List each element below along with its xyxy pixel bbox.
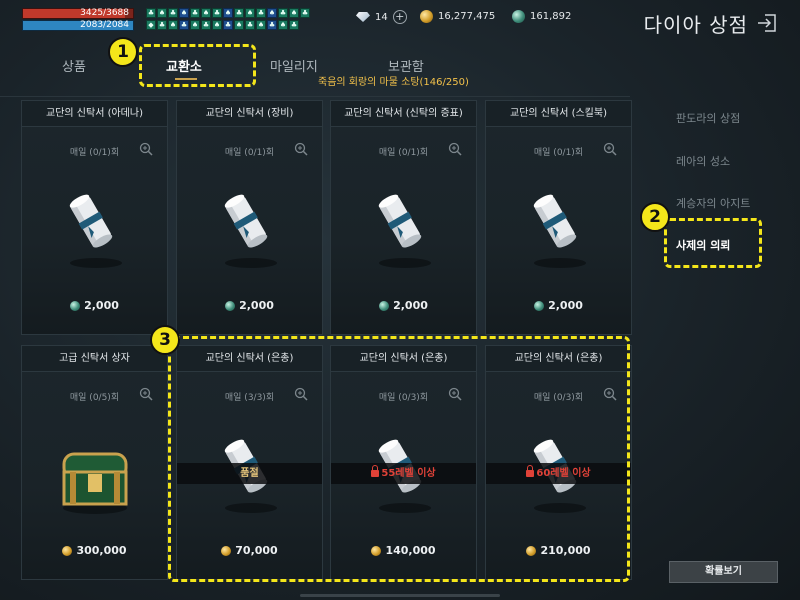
- status-buff-icon[interactable]: ♠: [201, 8, 211, 18]
- shop-item-card[interactable]: 교단의 신탁서 (스킬북) 매일 (0/1)회 2,000: [485, 100, 632, 335]
- status-buff-icon[interactable]: ♣: [179, 20, 189, 30]
- status-buff-icon[interactable]: ♠: [223, 8, 233, 18]
- status-buff-icon[interactable]: ♠: [190, 20, 200, 30]
- mp-text: 2083/2084: [80, 20, 129, 30]
- zoom-in-icon[interactable]: [603, 141, 617, 156]
- status-buff-icon[interactable]: ♣: [212, 8, 222, 18]
- hp-text: 3425/3688: [80, 8, 129, 18]
- status-buff-icon[interactable]: ♣: [201, 20, 211, 30]
- status-buff-icon[interactable]: ♠: [245, 8, 255, 18]
- status-buff-icon[interactable]: ♠: [212, 20, 222, 30]
- coin-icon: [225, 300, 236, 311]
- diamond-currency: 14 +: [356, 10, 407, 24]
- price-value: 2,000: [548, 299, 583, 312]
- diamond-amount: 14: [375, 11, 388, 23]
- status-buff-icon[interactable]: ♣: [146, 8, 156, 18]
- coin-amount: 161,892: [530, 11, 572, 22]
- annotation-badge-2: 2: [640, 202, 670, 232]
- add-diamond-plus-icon[interactable]: +: [392, 10, 407, 24]
- page-title: 다이아 상점: [643, 13, 748, 37]
- price-value: 300,000: [76, 544, 127, 557]
- view-odds-button[interactable]: 확률보기: [669, 561, 778, 583]
- scroll-icon: [215, 183, 285, 273]
- side-item-rhea-sanctuary[interactable]: 레아의 성소: [676, 153, 730, 169]
- highlight-box-1: [139, 44, 256, 87]
- coin-icon: [512, 10, 525, 23]
- status-buff-icon[interactable]: ♣: [256, 8, 266, 18]
- buff-row-1: ♣ ♠ ♣ ♠ ♣ ♠ ♣ ♠ ♣ ♠ ♣ ♠ ♣ ♠ ♣: [146, 8, 310, 19]
- status-buff-icon[interactable]: ♠: [157, 8, 167, 18]
- hp-bar: 3425/3688: [22, 8, 134, 19]
- item-title: 교단의 신탁서 (신탁의 증표): [331, 101, 476, 127]
- coin-icon: [70, 300, 81, 311]
- scrollbar[interactable]: [300, 594, 500, 597]
- gold-amount: 16,277,475: [438, 11, 496, 22]
- tab-mileage[interactable]: 마일리지: [270, 56, 318, 75]
- price-value: 2,000: [84, 299, 119, 312]
- zoom-in-icon[interactable]: [448, 141, 462, 156]
- annotation-badge-1: 1: [108, 37, 138, 67]
- coin-icon: [534, 300, 545, 311]
- mission-progress: 죽음의 회랑의 마물 소탕(146/250): [318, 77, 469, 88]
- shop-item-card[interactable]: 교단의 신탁서 (장비) 매일 (0/1)회 2,000: [176, 100, 323, 335]
- price-value: 2,000: [393, 299, 428, 312]
- gold-coin-icon: [62, 545, 73, 556]
- gold-coin-icon: [420, 10, 433, 23]
- status-buff-icon[interactable]: ♠: [234, 20, 244, 30]
- mp-bar: 2083/2084: [22, 20, 134, 31]
- status-buff-icon[interactable]: ♣: [245, 20, 255, 30]
- item-title: 고급 신탁서 상자: [22, 346, 167, 372]
- side-item-heir-hideout[interactable]: 계승자의 아지트: [676, 195, 750, 211]
- highlight-box-3: [168, 336, 630, 582]
- side-item-pandora-shop[interactable]: 판도라의 상점: [676, 110, 740, 126]
- status-buff-icon[interactable]: ♠: [278, 20, 288, 30]
- status-buff-icon[interactable]: ♣: [289, 20, 299, 30]
- diamond-icon: [356, 12, 370, 22]
- shop-item-card[interactable]: 교단의 신탁서 (아데나) 매일 (0/1)회 2,000: [21, 100, 168, 335]
- divider: [0, 96, 630, 97]
- item-price: 300,000: [22, 544, 167, 557]
- status-buff-icon[interactable]: ♠: [256, 20, 266, 30]
- status-buff-icon[interactable]: ♣: [234, 8, 244, 18]
- zoom-in-icon[interactable]: [139, 386, 153, 401]
- status-buff-icon[interactable]: ♣: [278, 8, 288, 18]
- status-buff-icon[interactable]: ♠: [289, 8, 299, 18]
- treasure-chest-icon: [60, 428, 130, 518]
- status-buff-icon[interactable]: ♣: [157, 20, 167, 30]
- item-price: 2,000: [22, 299, 167, 312]
- zoom-in-icon[interactable]: [294, 141, 308, 156]
- coin-icon: [379, 300, 390, 311]
- item-title: 교단의 신탁서 (장비): [177, 101, 322, 127]
- price-value: 2,000: [239, 299, 274, 312]
- scroll-icon: [524, 183, 594, 273]
- item-price: 2,000: [331, 299, 476, 312]
- shop-item-card[interactable]: 교단의 신탁서 (신탁의 증표) 매일 (0/1)회 2,000: [330, 100, 477, 335]
- highlight-box-2: [664, 218, 762, 268]
- status-buff-icon[interactable]: ♣: [190, 8, 200, 18]
- scroll-icon: [60, 183, 130, 273]
- status-buff-icon[interactable]: ♠: [168, 20, 178, 30]
- tab-products[interactable]: 상품: [62, 56, 86, 75]
- status-buff-icon[interactable]: ♣: [223, 20, 233, 30]
- item-price: 2,000: [486, 299, 631, 312]
- gold-currency: 16,277,475: [420, 10, 495, 23]
- status-buff-icon[interactable]: ♠: [179, 8, 189, 18]
- item-price: 2,000: [177, 299, 322, 312]
- status-buff-icon[interactable]: ♣: [168, 8, 178, 18]
- annotation-badge-3: 3: [150, 325, 180, 355]
- exit-icon[interactable]: [756, 12, 778, 34]
- status-buff-icon[interactable]: ♣: [267, 20, 277, 30]
- buff-row-2: ◆ ♣ ♠ ♣ ♠ ♣ ♠ ♣ ♠ ♣ ♠ ♣ ♠ ♣: [146, 20, 299, 31]
- status-buff-icon[interactable]: ◆: [146, 20, 156, 30]
- coin-currency: 161,892: [512, 10, 571, 23]
- zoom-in-icon[interactable]: [139, 141, 153, 156]
- status-buff-icon[interactable]: ♠: [267, 8, 277, 18]
- scroll-icon: [369, 183, 439, 273]
- status-buff-icon[interactable]: ♣: [300, 8, 310, 18]
- item-title: 교단의 신탁서 (스킬북): [486, 101, 631, 127]
- shop-item-card[interactable]: 고급 신탁서 상자 매일 (0/5)회 300,000: [21, 345, 168, 580]
- item-title: 교단의 신탁서 (아데나): [22, 101, 167, 127]
